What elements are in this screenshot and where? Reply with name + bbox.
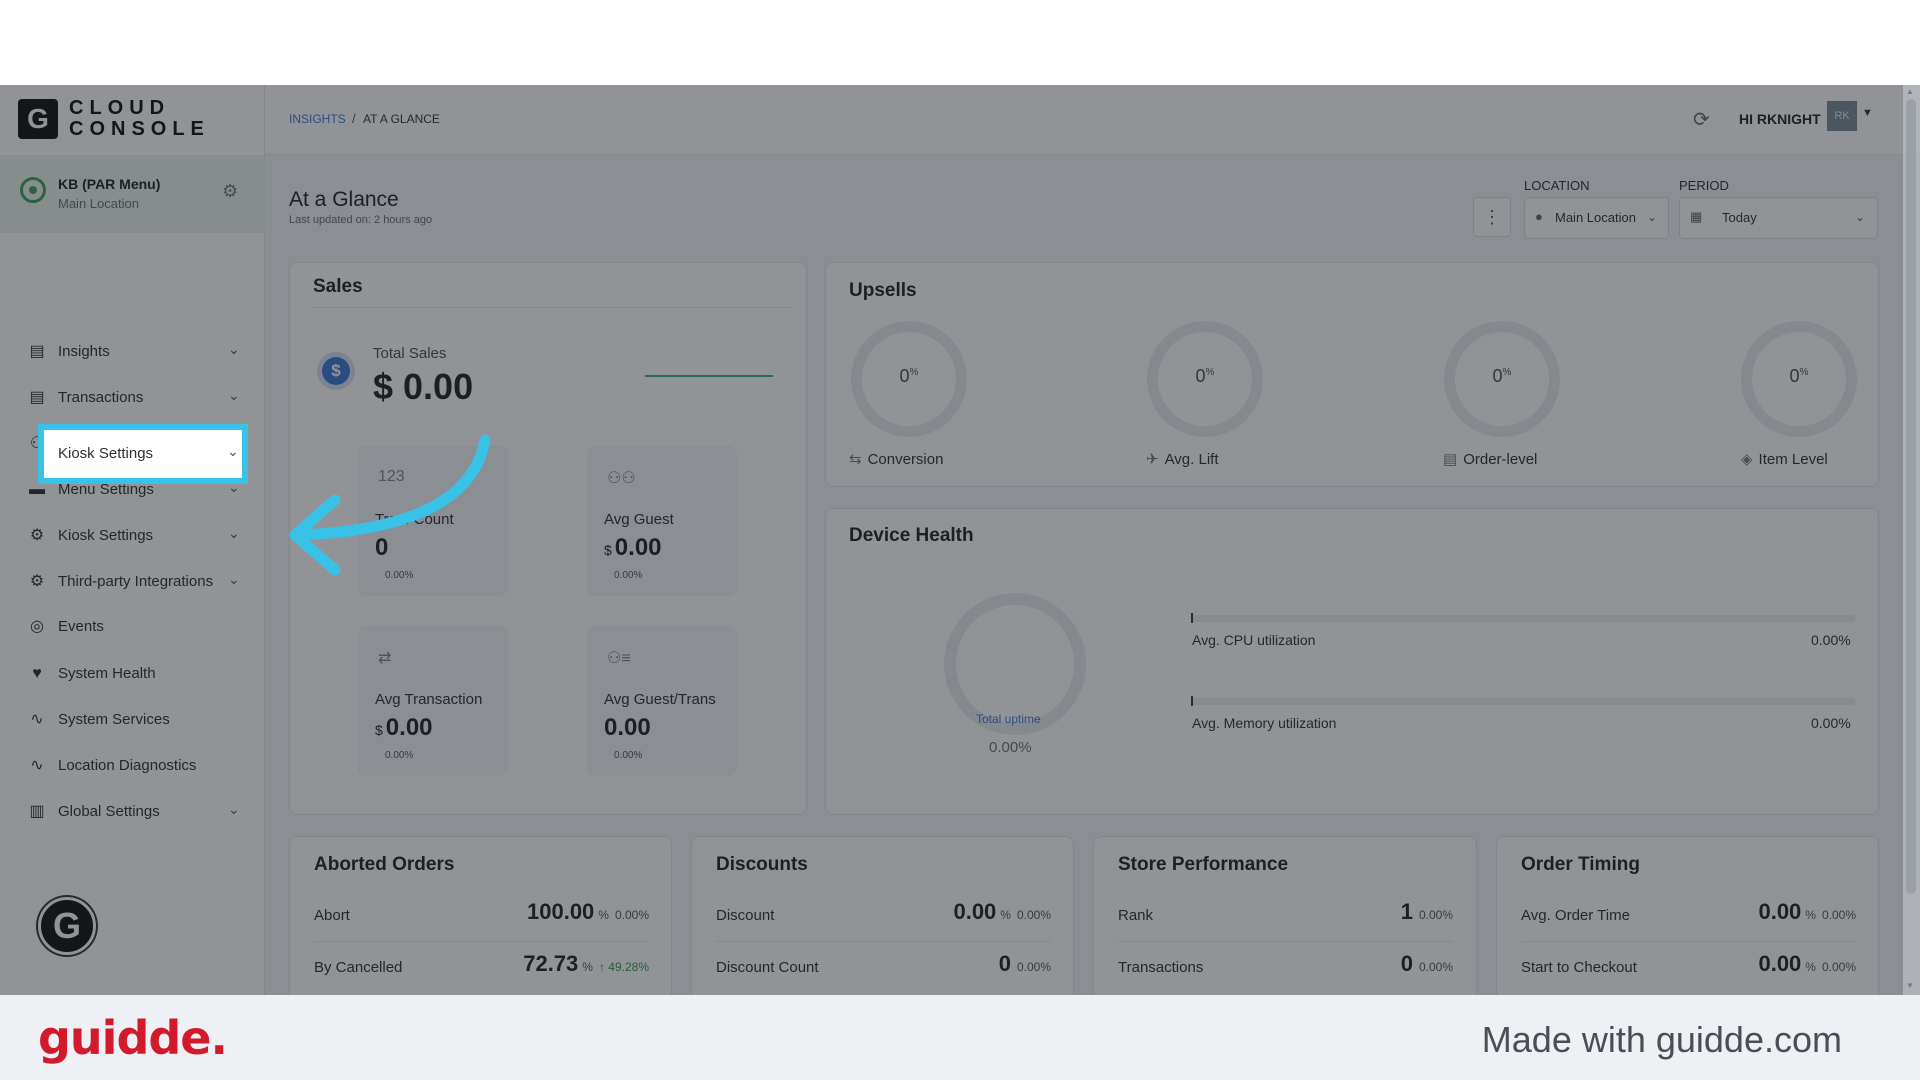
top-blank-band <box>0 0 1920 85</box>
tutorial-pointer-arrow-icon <box>289 434 491 576</box>
scroll-down-arrow-icon[interactable]: ▼ <box>1906 981 1914 990</box>
scrollbar-thumb[interactable] <box>1906 99 1916 894</box>
cloud-console-app: G CLOUD CONSOLE KB (PAR Menu) Main Locat… <box>0 85 1920 995</box>
sidebar-item-label: Kiosk Settings <box>58 445 154 462</box>
chevron-down-icon: ⌄ <box>227 443 239 459</box>
guidde-footer: guidde. Made with guidde.com <box>0 995 1920 1080</box>
screenshot-stage: G CLOUD CONSOLE KB (PAR Menu) Main Locat… <box>0 0 1920 1080</box>
made-with-guidde-text[interactable]: Made with guidde.com <box>1482 1019 1842 1061</box>
guidde-logo[interactable]: guidde. <box>38 1011 228 1065</box>
highlighted-sidebar-item-kiosk-settings[interactable]: Kiosk Settings ⌄ <box>38 424 248 484</box>
scroll-up-arrow-icon[interactable]: ▲ <box>1906 87 1914 96</box>
